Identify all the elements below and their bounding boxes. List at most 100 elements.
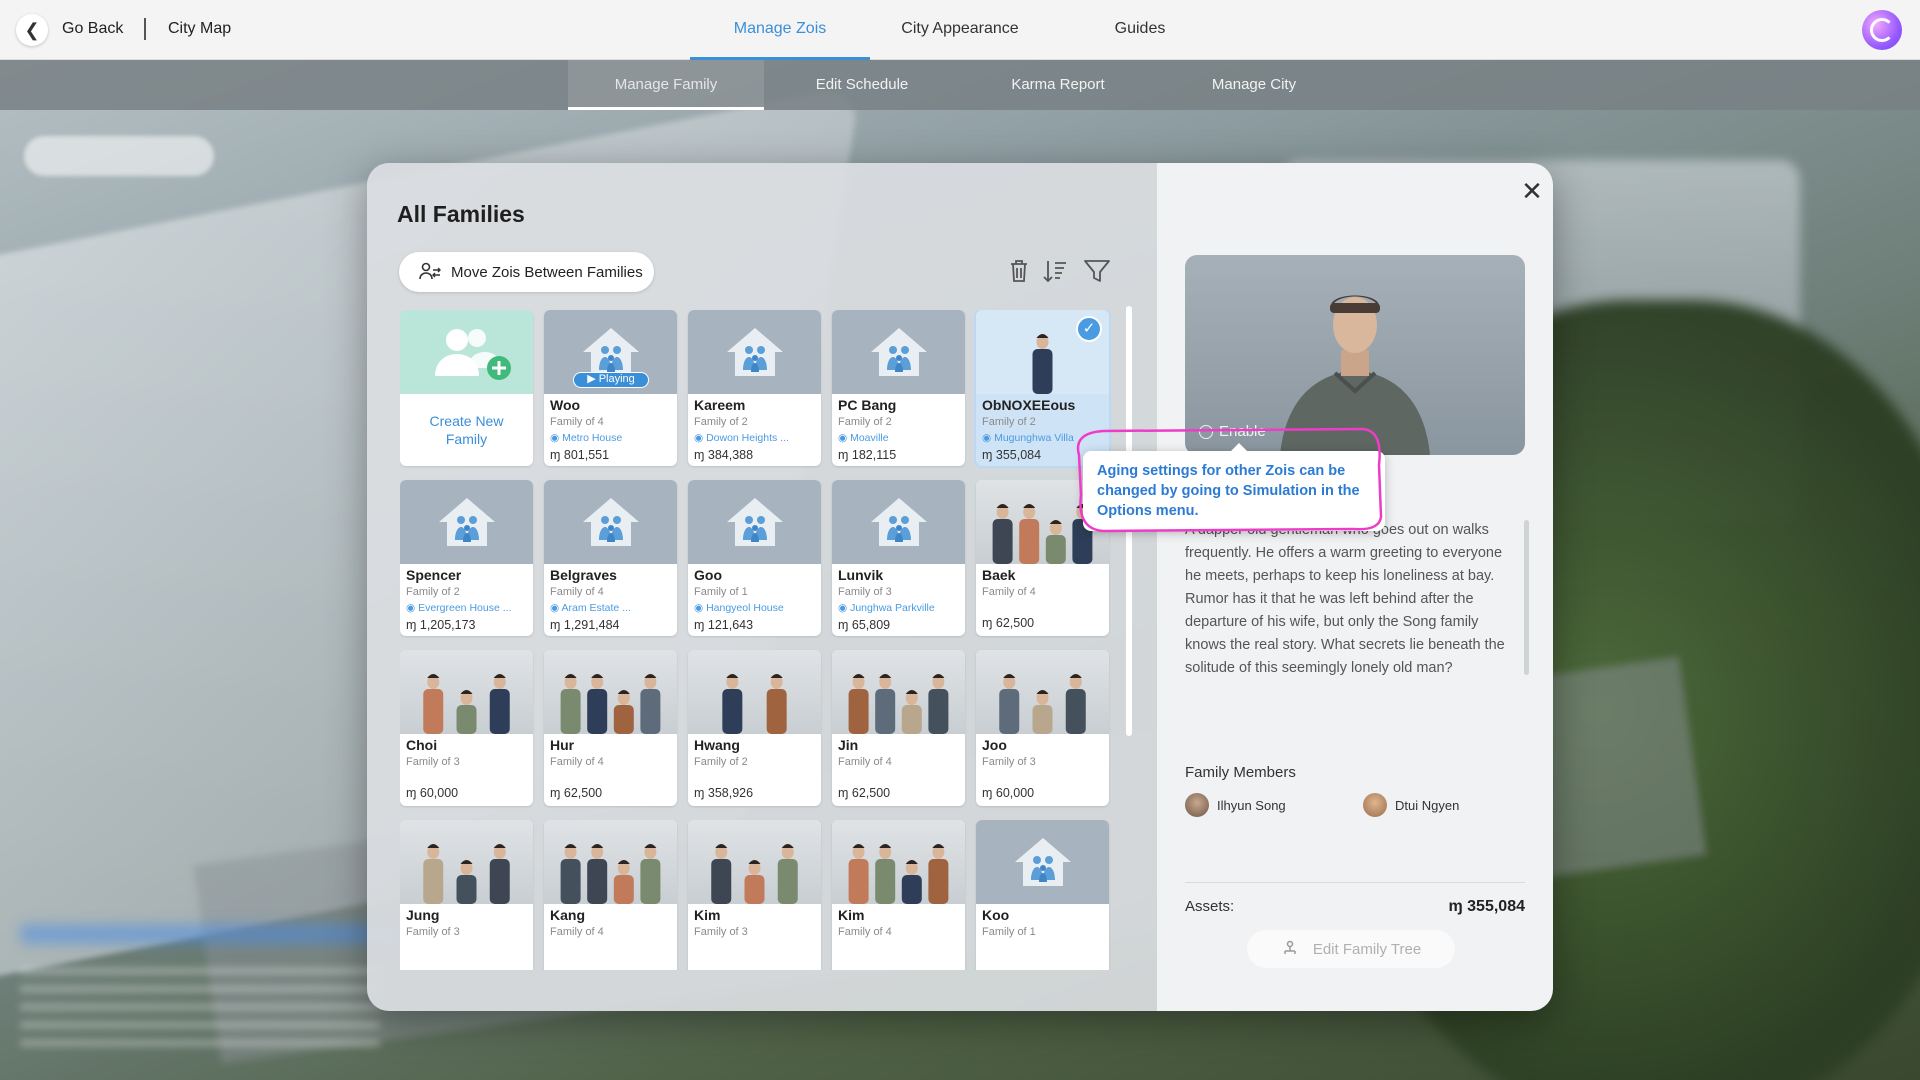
family-card[interactable]: Spencer Family of 2 ◉ Evergreen House ... ɱ… xyxy=(400,480,533,636)
family-name: Kareem xyxy=(694,397,746,413)
tab-guides[interactable]: Guides xyxy=(1060,20,1220,38)
family-card[interactable]: Kim Family of 3 xyxy=(688,820,821,970)
manage-family-dialog: All Families Move Zois Between Families … xyxy=(367,163,1553,1011)
family-thumbnail xyxy=(832,650,965,734)
family-name: Spencer xyxy=(406,567,462,583)
family-size: Family of 4 xyxy=(550,416,604,428)
family-money: ɱ 60,000 xyxy=(406,786,459,800)
family-money: ɱ 1,291,484 xyxy=(550,618,620,632)
family-card[interactable]: Lunvik Family of 3 ◉ Junghwa Parkville ɱ 65… xyxy=(832,480,965,636)
family-thumbnail xyxy=(832,310,965,394)
member-name: Dtui Ngyen xyxy=(1395,797,1460,813)
family-description: A dapper old gentleman who goes out on w… xyxy=(1185,522,1505,676)
family-size: Family of 1 xyxy=(694,586,748,598)
house-family-icon xyxy=(582,498,639,546)
top-navigation-bar: ❮ Go Back City Map Manage Zois City Appe… xyxy=(0,0,1920,60)
family-card[interactable]: Kim Family of 4 xyxy=(832,820,965,970)
aging-settings-tooltip: Aging settings for other Zois can be cha… xyxy=(1083,443,1385,531)
breadcrumb-separator xyxy=(144,18,146,40)
family-size: Family of 3 xyxy=(694,926,748,938)
family-name: Koo xyxy=(982,907,1010,923)
family-photo xyxy=(999,674,1086,734)
family-name: Belgraves xyxy=(550,567,617,583)
family-thumbnail xyxy=(976,650,1109,734)
family-card[interactable]: Jin Family of 4 ɱ 62,500 xyxy=(832,650,965,806)
avatar xyxy=(1185,793,1209,817)
tab-city-appearance[interactable]: City Appearance xyxy=(880,20,1040,38)
family-money: ɱ 182,115 xyxy=(838,448,897,462)
family-card[interactable]: Goo Family of 1 ◉ Hangyeol House ɱ 121,643 xyxy=(688,480,821,636)
family-photo xyxy=(722,674,787,734)
family-size: Family of 4 xyxy=(982,586,1036,598)
family-card[interactable]: Joo Family of 3 ɱ 60,000 xyxy=(976,650,1109,806)
family-thumbnail xyxy=(544,650,677,734)
family-money: ɱ 358,926 xyxy=(694,786,754,800)
family-money: ɱ 62,500 xyxy=(838,786,891,800)
add-family-icon xyxy=(434,329,511,380)
family-card[interactable]: Kang Family of 4 xyxy=(544,820,677,970)
subtab-edit-schedule[interactable]: Edit Schedule xyxy=(764,60,960,110)
family-photo xyxy=(560,674,661,734)
house-family-icon xyxy=(870,498,927,546)
family-card[interactable]: Hur Family of 4 ɱ 62,500 xyxy=(544,650,677,806)
subtab-karma-report[interactable]: Karma Report xyxy=(960,60,1156,110)
family-money: ɱ 384,388 xyxy=(694,448,754,462)
move-people-icon xyxy=(419,262,441,280)
family-card[interactable]: Koo Family of 1 xyxy=(976,820,1109,970)
close-icon[interactable]: ✕ xyxy=(1517,177,1547,207)
house-family-icon xyxy=(438,498,495,546)
family-size: Family of 2 xyxy=(982,416,1036,428)
family-size: Family of 1 xyxy=(982,926,1036,938)
trash-icon[interactable] xyxy=(1003,255,1035,287)
family-name: Choi xyxy=(406,737,438,753)
family-members-heading: Family Members xyxy=(1185,764,1296,781)
city-map-link[interactable]: City Map xyxy=(168,20,231,38)
family-name: Kim xyxy=(838,907,865,923)
create-new-family-card[interactable]: Create New Family xyxy=(400,310,533,466)
member-ilhyun-song[interactable]: Ilhyun Song xyxy=(1185,793,1286,817)
family-card[interactable]: Kareem Family of 2 ◉ Dowon Heights ... ɱ 38… xyxy=(688,310,821,466)
family-photo xyxy=(711,844,798,904)
assets-value: ɱ 355,084 xyxy=(1448,898,1525,915)
family-name: Woo xyxy=(550,397,581,413)
family-card[interactable]: Jung Family of 3 xyxy=(400,820,533,970)
subtab-manage-family[interactable]: Manage Family xyxy=(568,60,764,110)
go-back-link[interactable]: Go Back xyxy=(62,20,123,38)
house-family-icon xyxy=(726,498,783,546)
sort-icon[interactable] xyxy=(1039,255,1071,287)
family-card[interactable]: Choi Family of 3 ɱ 60,000 xyxy=(400,650,533,806)
family-card[interactable]: ▶ Playing Woo Family of 4 ◉ Metro House ɱ 80… xyxy=(544,310,677,466)
family-name: Hwang xyxy=(694,737,740,753)
family-size: Family of 2 xyxy=(694,756,748,768)
family-detail-panel: ✕ Enable A dapper old gentleman who goes… xyxy=(1157,163,1553,1011)
family-card[interactable]: Hwang Family of 2 ɱ 358,926 xyxy=(688,650,821,806)
families-panel: All Families Move Zois Between Families … xyxy=(367,163,1157,1011)
subtab-manage-city[interactable]: Manage City xyxy=(1156,60,1352,110)
family-name: Jin xyxy=(838,737,859,753)
move-zois-button[interactable]: Move Zois Between Families xyxy=(399,252,654,292)
family-card[interactable]: PC Bang Family of 2 ◉ Moaville ɱ 182,115 xyxy=(832,310,965,466)
family-thumbnail xyxy=(688,310,821,394)
avatar xyxy=(1363,793,1387,817)
member-dtui-ngyen[interactable]: Dtui Ngyen xyxy=(1363,793,1459,817)
back-arrow-icon[interactable]: ❮ xyxy=(16,14,48,46)
description-scrollbar[interactable] xyxy=(1524,520,1529,675)
family-grid: Create New Family ▶ Playing Woo Family of 4… xyxy=(400,310,1120,970)
family-location: ◉ Moaville xyxy=(838,432,889,444)
family-money: ɱ 1,205,173 xyxy=(406,618,476,632)
family-card[interactable]: Belgraves Family of 4 ◉ Aram Estate ... ɱ 1… xyxy=(544,480,677,636)
family-money: ɱ 62,500 xyxy=(982,616,1035,630)
family-money: ɱ 121,643 xyxy=(694,618,754,632)
enable-label: Enable xyxy=(1219,423,1266,440)
panel-title: All Families xyxy=(397,201,525,227)
zoi-portrait: Enable xyxy=(1185,255,1525,455)
tab-manage-zois[interactable]: Manage Zois xyxy=(690,20,870,38)
filter-icon[interactable] xyxy=(1081,255,1113,287)
family-card[interactable]: ✓ ObNOXEEous Family of 2 ◉ Mugunghwa Villa ɱ… xyxy=(976,310,1109,466)
family-name: Kim xyxy=(694,907,721,923)
edit-family-tree-button[interactable]: Edit Family Tree xyxy=(1247,930,1455,968)
app-logo-icon[interactable] xyxy=(1862,10,1902,50)
house-family-icon xyxy=(870,328,927,376)
family-money: ɱ 62,500 xyxy=(550,786,603,800)
aging-enable-toggle[interactable]: Enable xyxy=(1199,423,1266,440)
